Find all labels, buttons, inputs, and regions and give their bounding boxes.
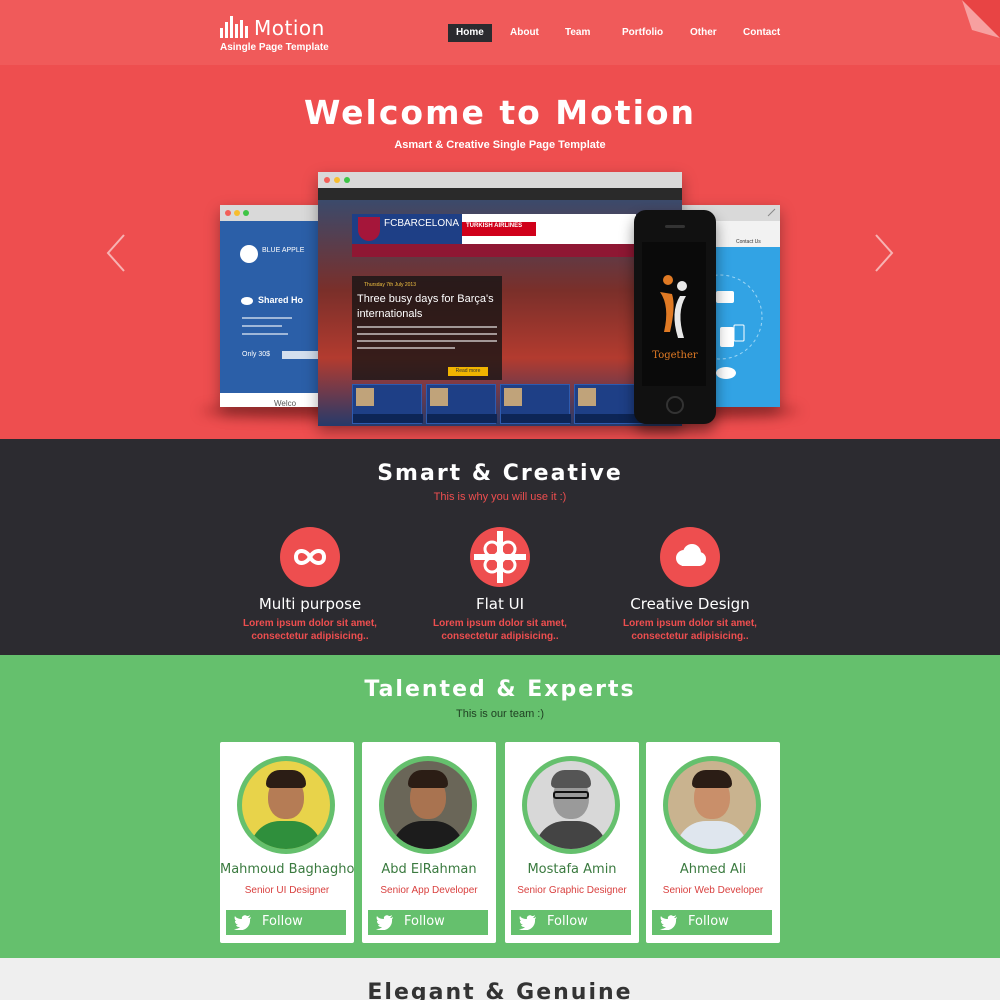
read-more-button: Read more <box>448 367 488 376</box>
cloud-icon <box>241 297 253 305</box>
apple-logo-icon <box>240 245 258 263</box>
member-role: Senior App Developer <box>380 885 478 896</box>
feature-title: Multi purpose <box>258 595 362 613</box>
news-thumbnails <box>352 384 645 424</box>
feature-description: Lorem ipsum dolor sit amet, consectetur … <box>243 618 377 642</box>
follow-label: Follow <box>404 914 445 929</box>
avatar <box>379 756 477 854</box>
twitter-bird-icon <box>376 915 393 930</box>
follow-label: Follow <box>547 914 588 929</box>
nav-home[interactable]: Home <box>448 24 492 42</box>
infinity-icon <box>280 527 340 587</box>
nav-contact[interactable]: Contact <box>743 24 780 42</box>
logo-subtitle: Asingle Page Template <box>220 42 329 53</box>
team-title: Talented & Experts <box>364 677 636 702</box>
team-card: Abd ElRahman Senior App Developer Follow <box>362 742 496 943</box>
news-date: Thursday 7th July 2013 <box>364 282 416 288</box>
avatar <box>663 756 761 854</box>
hosting-welcome: Welco <box>274 399 297 407</box>
features-section: Smart & Creative This is why you will us… <box>0 439 1000 655</box>
phone-app-name: Together <box>652 350 698 361</box>
sponsor-banner: TURKISH AIRLINES <box>462 214 636 244</box>
football-topbar <box>318 188 682 200</box>
window-titlebar <box>318 172 682 188</box>
hero-subtitle: Asmart & Creative Single Page Template <box>394 139 606 151</box>
news-box: Thursday 7th July 2013 Three busy days f… <box>352 276 502 380</box>
nav-other[interactable]: Other <box>690 24 717 42</box>
team-subtitle: This is our team :) <box>455 708 545 720</box>
club-name: FCBARCELONA <box>384 218 460 229</box>
news-body <box>357 326 497 362</box>
elegant-title: Elegant & Genuine <box>367 980 633 1000</box>
member-role: Senior Graphic Designer <box>517 885 627 896</box>
features-title: Smart & Creative <box>377 461 623 486</box>
member-name: Mahmoud Baghagho <box>220 862 355 877</box>
team-card: Ahmed Ali Senior Web Developer Follow <box>646 742 780 943</box>
hosting-price: Only 30$ <box>242 351 271 358</box>
page-fold-icon <box>962 0 1000 38</box>
twitter-follow-button[interactable]: Follow <box>226 910 346 935</box>
elegant-section: Elegant & Genuine <box>0 958 1000 1000</box>
member-role: Senior Web Developer <box>662 885 764 896</box>
phone-home-button <box>666 396 684 414</box>
sponsor-name: TURKISH AIRLINES <box>466 223 523 229</box>
hero-title: Welcome to Motion <box>303 93 697 132</box>
equalizer-icon <box>220 16 252 38</box>
cloud-icon <box>660 527 720 587</box>
mockup-football-window: FCBARCELONA TURKISH AIRLINES Thursday 7t… <box>318 172 682 426</box>
team-section: Talented & Experts This is our team :) M… <box>0 655 1000 958</box>
football-page: FCBARCELONA TURKISH AIRLINES Thursday 7t… <box>318 200 682 426</box>
follow-label: Follow <box>262 914 303 929</box>
top-header: Motion Asingle Page Template Home About … <box>0 0 1000 65</box>
member-role: Senior UI Designer <box>244 885 330 896</box>
chevron-right-icon[interactable] <box>872 233 896 273</box>
team-card: Mahmoud Baghagho Senior UI Designer Foll… <box>220 742 354 943</box>
phone-screen: Together <box>642 242 706 386</box>
nav-about[interactable]: About <box>510 24 539 42</box>
twitter-bird-icon <box>519 915 536 930</box>
avatar <box>237 756 335 854</box>
hero-slider: Welcome to Motion Asmart & Creative Sing… <box>0 65 1000 439</box>
network-contact-link: Contact Us <box>736 239 761 245</box>
hosting-brand: BLUE APPLE <box>262 247 305 254</box>
twitter-bird-icon <box>234 915 251 930</box>
twitter-follow-button[interactable]: Follow <box>511 910 631 935</box>
avatar <box>522 756 620 854</box>
hosting-heading: Shared Ho <box>258 295 304 305</box>
feature-title: Creative Design <box>630 595 750 613</box>
phone-speaker <box>665 225 685 228</box>
twitter-follow-button[interactable]: Follow <box>368 910 488 935</box>
people-logo-icon <box>660 275 687 338</box>
member-name: Ahmed Ali <box>679 862 747 877</box>
nav-team[interactable]: Team <box>565 24 590 42</box>
feature-description: Lorem ipsum dolor sit amet, consectetur … <box>623 618 757 642</box>
news-headline: Three busy days for Barça's internationa… <box>357 293 494 320</box>
follow-label: Follow <box>688 914 729 929</box>
football-header: FCBARCELONA TURKISH AIRLINES <box>352 214 636 244</box>
feature-description: Lorem ipsum dolor sit amet, consectetur … <box>433 618 567 642</box>
gift-icon <box>470 527 530 587</box>
member-name: Mostafa Amin <box>527 862 617 877</box>
chevron-left-icon[interactable] <box>104 233 128 273</box>
football-menu <box>352 244 636 257</box>
phone-mockup: Together <box>634 210 716 424</box>
logo-title: Motion <box>254 16 325 40</box>
member-name: Abd ElRahman <box>381 862 477 877</box>
features-subtitle: This is why you will use it :) <box>433 491 567 503</box>
feature-title: Flat UI <box>475 595 525 613</box>
expand-icon <box>767 208 776 217</box>
club-crest-icon <box>358 217 380 241</box>
twitter-follow-button[interactable]: Follow <box>652 910 772 935</box>
twitter-bird-icon <box>660 915 677 930</box>
team-card: Mostafa Amin Senior Graphic Designer Fol… <box>505 742 639 943</box>
nav-portfolio[interactable]: Portfolio <box>622 24 663 42</box>
